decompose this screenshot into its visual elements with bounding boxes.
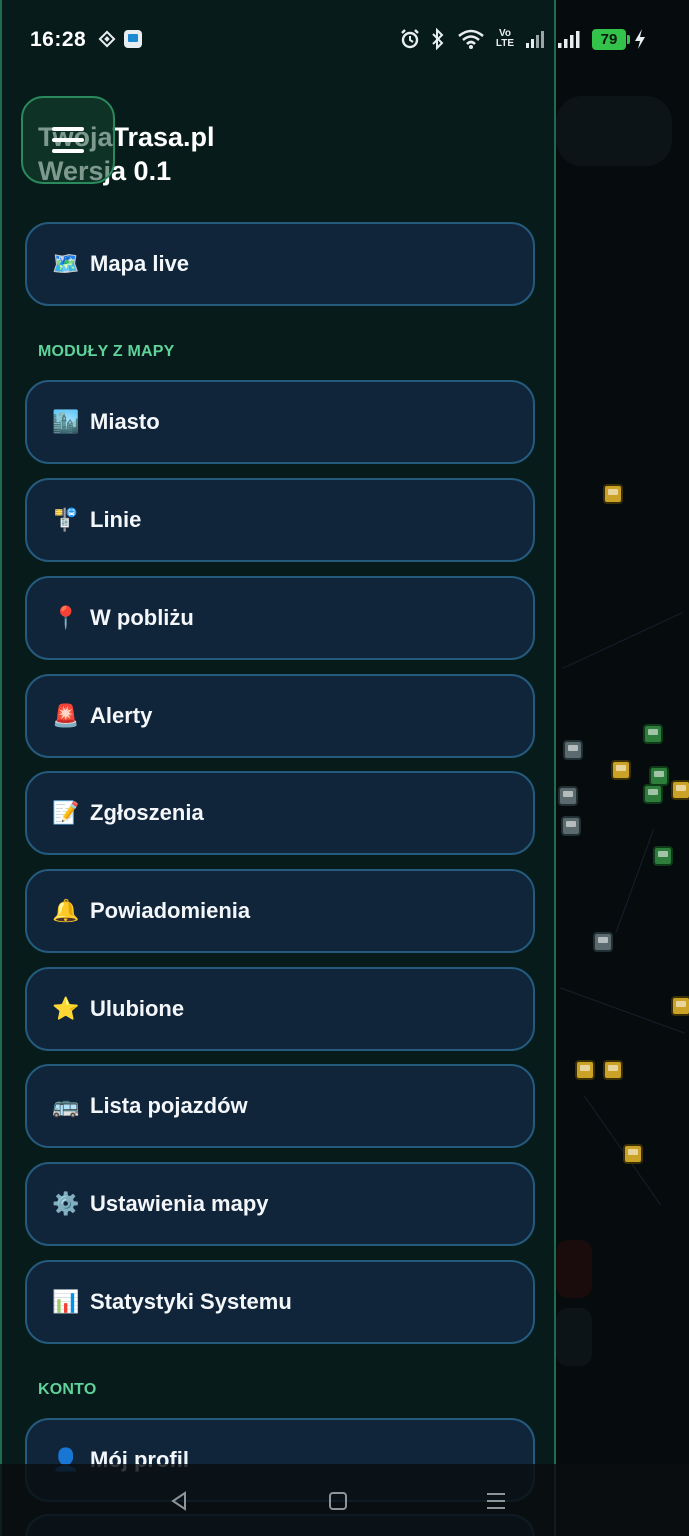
diamond-icon [96,28,118,50]
recents-icon [487,1493,505,1509]
map-search-bar [556,96,672,166]
menu-item-label: Ustawienia mapy [90,1191,269,1216]
section-header-account: KONTO [38,1381,97,1398]
bluetooth-icon [428,28,448,50]
section-header-map-modules: MODUŁY Z MAPY [38,343,175,360]
recents-button[interactable] [481,1486,511,1516]
back-button[interactable] [164,1486,194,1516]
memo-icon: 📝 [52,800,80,825]
menu-item-label: W pobliżu [90,605,194,630]
bus-marker[interactable] [643,784,663,804]
location-pin-icon: 📍 [52,605,80,630]
bus-marker[interactable] [623,1144,643,1164]
menu-item-powiadomienia[interactable]: 🔔 Powiadomienia [25,869,535,953]
bus-marker[interactable] [611,760,631,780]
menu-item-w-poblizu[interactable]: 📍 W pobliżu [25,576,535,660]
map-road [562,611,683,670]
menu-item-ulubione[interactable]: ⭐ Ulubione [25,967,535,1051]
battery-indicator: 79 [592,29,630,50]
menu-item-linie[interactable]: 🚏 Linie [25,478,535,562]
bus-marker[interactable] [561,816,581,836]
home-icon [329,1492,347,1510]
bus-marker[interactable] [593,932,613,952]
bus-marker[interactable] [671,996,689,1016]
menu-item-label: Mapa live [90,251,190,276]
bell-icon: 🔔 [52,898,80,923]
menu-item-label: Lista pojazdów [90,1093,248,1118]
signal-icon [524,28,548,50]
menu-item-statystyki-systemu[interactable]: 📊 Statystyki Systemu [25,1260,535,1344]
charging-icon [632,28,648,50]
app-notification-icon [122,28,144,50]
bus-icon: 🚌 [52,1093,80,1118]
volte-label: Vo LTE [495,28,515,49]
bus-marker[interactable] [558,786,578,806]
bus-marker[interactable] [649,766,669,786]
city-icon: 🏙️ [52,409,80,434]
menu-item-label: Alerty [90,703,153,728]
map-control-button[interactable] [556,1240,592,1298]
status-bar: 16:28 Vo LTE 79 [0,0,689,80]
bar-chart-icon: 📊 [52,1289,80,1314]
menu-item-zgloszenia[interactable]: 📝 Zgłoszenia [25,771,535,855]
bus-marker[interactable] [575,1060,595,1080]
menu-item-ustawienia-mapy[interactable]: ⚙️ Ustawienia mapy [25,1162,535,1246]
map-icon: 🗺️ [52,251,80,276]
bus-marker[interactable] [643,724,663,744]
clock: 16:28 [30,28,87,51]
menu-toggle-button[interactable] [21,96,115,184]
star-icon: ⭐ [52,996,80,1021]
back-icon [171,1491,186,1511]
menu-item-label: Ulubione [90,996,185,1021]
menu-item-label: Zgłoszenia [90,800,204,825]
bus-marker[interactable] [653,846,673,866]
alarm-icon [398,28,422,50]
menu-item-label: Powiadomienia [90,898,251,923]
bus-marker[interactable] [671,780,689,800]
bus-stop-icon: 🚏 [52,507,80,532]
menu-item-lista-pojazdow[interactable]: 🚌 Lista pojazdów [25,1064,535,1148]
home-button[interactable] [323,1486,353,1516]
hamburger-icon [52,127,84,153]
system-navigation-bar [0,1464,689,1536]
menu-item-label: Miasto [90,409,160,434]
gear-icon: ⚙️ [52,1191,80,1216]
menu-item-label: Statystyki Systemu [90,1289,292,1314]
menu-item-alerty[interactable]: 🚨 Alerty [25,674,535,758]
menu-item-mapa-live[interactable]: 🗺️ Mapa live [25,222,535,306]
bus-marker[interactable] [563,740,583,760]
map-road [615,828,655,933]
wifi-icon [456,28,486,50]
map-road [559,987,686,1034]
map-control-button[interactable] [556,1308,592,1366]
menu-item-label: Linie [90,507,142,532]
menu-item-miasto[interactable]: 🏙️ Miasto [25,380,535,464]
bus-marker[interactable] [603,484,623,504]
navigation-drawer: TwojaTrasa.pl Wersja 0.1 🗺️ Mapa live MO… [0,0,556,1536]
signal-icon-2 [556,28,582,50]
bus-marker[interactable] [603,1060,623,1080]
siren-icon: 🚨 [52,703,80,728]
